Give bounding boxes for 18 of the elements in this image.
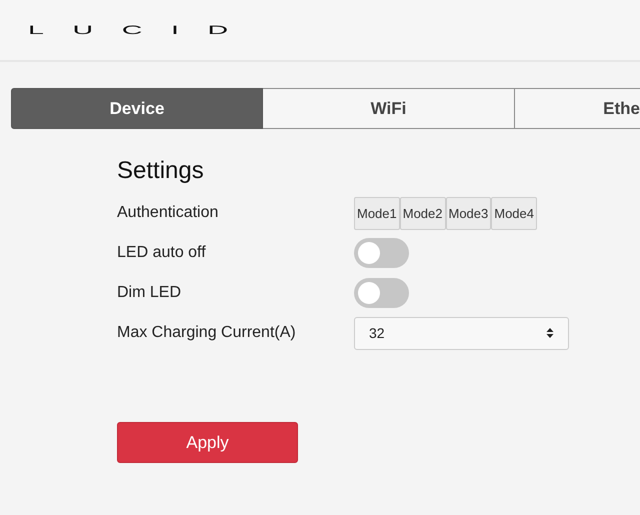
- mode-button[interactable]: Mode2: [400, 196, 446, 230]
- section-title: Settings: [117, 157, 205, 185]
- mode-button[interactable]: Mode1: [354, 196, 400, 230]
- setting-label: Authentication: [117, 204, 220, 222]
- mode-button[interactable]: Mode4: [491, 196, 537, 230]
- setting-label: Max Charging Current(A): [117, 324, 297, 342]
- dropdown[interactable]: 32: [354, 316, 569, 350]
- apply-button[interactable]: Apply: [117, 422, 298, 463]
- toggle-switch[interactable]: [354, 278, 409, 308]
- tab[interactable]: Ethe: [515, 88, 640, 129]
- setting-label: Dim LED: [117, 284, 182, 302]
- setting-label: LED auto off: [117, 244, 207, 262]
- sort-arrows-icon: [546, 327, 554, 339]
- toggle-switch[interactable]: [354, 238, 409, 268]
- logo: LUCID: [28, 24, 257, 36]
- mode-button[interactable]: Mode3: [446, 196, 492, 230]
- tab[interactable]: Device: [11, 88, 263, 129]
- tab[interactable]: WiFi: [263, 88, 515, 129]
